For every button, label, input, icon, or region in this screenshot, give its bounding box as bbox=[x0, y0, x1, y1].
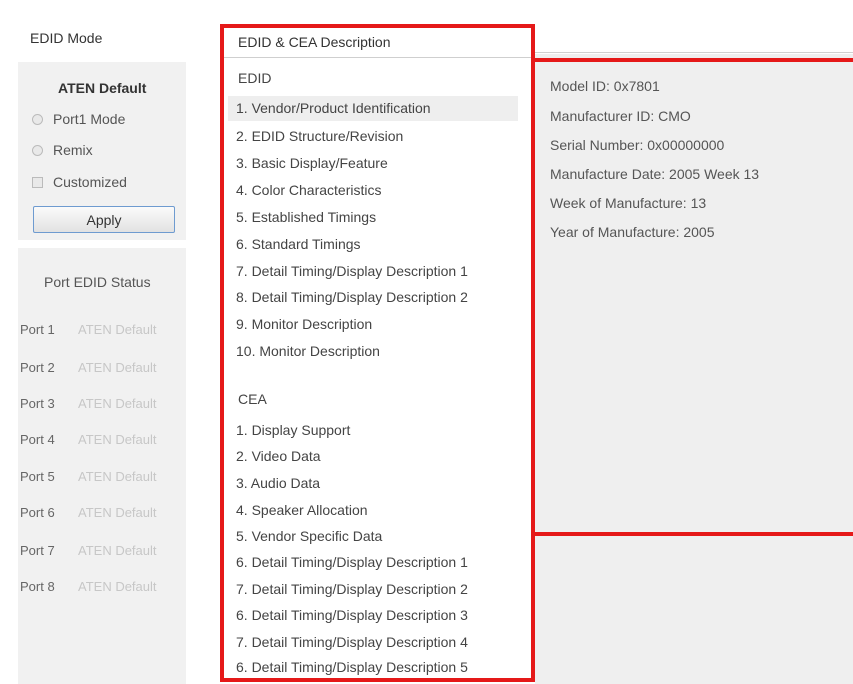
port-status-box bbox=[18, 248, 186, 684]
list-item[interactable]: 3. Audio Data bbox=[236, 475, 320, 491]
cea-section-title: CEA bbox=[238, 391, 267, 407]
edid-cea-description-panel: EDID & CEA Description EDID 1. Vendor/Pr… bbox=[220, 24, 535, 682]
list-item[interactable]: 10. Monitor Description bbox=[236, 343, 380, 359]
port-status: ATEN Default bbox=[78, 396, 157, 411]
list-item[interactable]: 5. Vendor Specific Data bbox=[236, 528, 382, 544]
apply-button[interactable]: Apply bbox=[33, 206, 175, 233]
list-item[interactable]: 6. Detail Timing/Display Description 5 bbox=[236, 659, 468, 675]
port-name: Port 5 bbox=[20, 469, 55, 484]
customized-label: Customized bbox=[53, 174, 127, 190]
port-row: Port 3 ATEN Default bbox=[20, 396, 157, 411]
port-row: Port 6 ATEN Default bbox=[20, 505, 157, 520]
list-item[interactable]: 9. Monitor Description bbox=[236, 316, 372, 332]
customized-option[interactable]: Customized bbox=[32, 174, 127, 190]
port-name: Port 2 bbox=[20, 360, 55, 375]
port-name: Port 7 bbox=[20, 543, 55, 558]
detail-top-divider bbox=[535, 52, 853, 53]
description-header: EDID & CEA Description bbox=[224, 28, 531, 58]
serial-number: Serial Number: 0x00000000 bbox=[550, 137, 725, 153]
port-name: Port 3 bbox=[20, 396, 55, 411]
edid-mode-title: EDID Mode bbox=[30, 30, 103, 46]
port1-mode-option[interactable]: Port1 Mode bbox=[32, 111, 125, 127]
list-item[interactable]: 6. Detail Timing/Display Description 3 bbox=[236, 607, 468, 623]
port-row: Port 7 ATEN Default bbox=[20, 543, 157, 558]
port-status: ATEN Default bbox=[78, 322, 157, 337]
model-id: Model ID: 0x7801 bbox=[550, 78, 660, 94]
list-item[interactable]: 7. Detail Timing/Display Description 1 bbox=[236, 263, 468, 279]
list-item[interactable]: 4. Color Characteristics bbox=[236, 182, 382, 198]
port-row: Port 2 ATEN Default bbox=[20, 360, 157, 375]
port-edid-status-title: Port EDID Status bbox=[44, 274, 151, 290]
list-item[interactable]: 2. EDID Structure/Revision bbox=[236, 128, 403, 144]
port-status: ATEN Default bbox=[78, 543, 157, 558]
aten-default-label: ATEN Default bbox=[58, 80, 147, 96]
year-of-manufacture: Year of Manufacture: 2005 bbox=[550, 224, 715, 240]
list-item[interactable]: 1. Display Support bbox=[236, 422, 350, 438]
radio-icon[interactable] bbox=[32, 144, 43, 156]
port-row: Port 8 ATEN Default bbox=[20, 579, 157, 594]
edid-section-title: EDID bbox=[238, 70, 272, 86]
list-item[interactable]: 6. Detail Timing/Display Description 1 bbox=[236, 554, 468, 570]
port-row: Port 4 ATEN Default bbox=[20, 432, 157, 447]
detail-highlight-frame bbox=[535, 58, 853, 536]
port-name: Port 1 bbox=[20, 322, 55, 337]
port-status: ATEN Default bbox=[78, 432, 157, 447]
port1-mode-label: Port1 Mode bbox=[53, 111, 126, 127]
radio-icon[interactable] bbox=[32, 113, 43, 125]
port-row: Port 5 ATEN Default bbox=[20, 469, 157, 484]
port-name: Port 4 bbox=[20, 432, 55, 447]
list-item[interactable]: 8. Detail Timing/Display Description 2 bbox=[236, 289, 468, 305]
list-item[interactable]: 7. Detail Timing/Display Description 4 bbox=[236, 634, 468, 650]
remix-label: Remix bbox=[53, 142, 93, 158]
port-status: ATEN Default bbox=[78, 469, 157, 484]
edid-mode-panel: EDID Mode ATEN Default Port1 Mode Remix … bbox=[0, 0, 208, 684]
list-item[interactable]: 3. Basic Display/Feature bbox=[236, 155, 388, 171]
week-of-manufacture: Week of Manufacture: 13 bbox=[550, 195, 707, 211]
list-item[interactable]: 7. Detail Timing/Display Description 2 bbox=[236, 581, 468, 597]
list-item[interactable]: 2. Video Data bbox=[236, 448, 321, 464]
list-item-selected[interactable]: 1. Vendor/Product Identification bbox=[228, 96, 518, 121]
port-status: ATEN Default bbox=[78, 505, 157, 520]
port-status: ATEN Default bbox=[78, 579, 157, 594]
port-name: Port 8 bbox=[20, 579, 55, 594]
port-row: Port 1 ATEN Default bbox=[20, 322, 157, 337]
checkbox-icon[interactable] bbox=[32, 176, 43, 188]
manufacturer-id: Manufacturer ID: CMO bbox=[550, 108, 691, 124]
port-status: ATEN Default bbox=[78, 360, 157, 375]
list-item[interactable]: 4. Speaker Allocation bbox=[236, 502, 368, 518]
list-item[interactable]: 6. Standard Timings bbox=[236, 236, 361, 252]
manufacture-date: Manufacture Date: 2005 Week 13 bbox=[550, 166, 760, 182]
remix-option[interactable]: Remix bbox=[32, 142, 93, 158]
port-name: Port 6 bbox=[20, 505, 55, 520]
list-item[interactable]: 5. Established Timings bbox=[236, 209, 376, 225]
